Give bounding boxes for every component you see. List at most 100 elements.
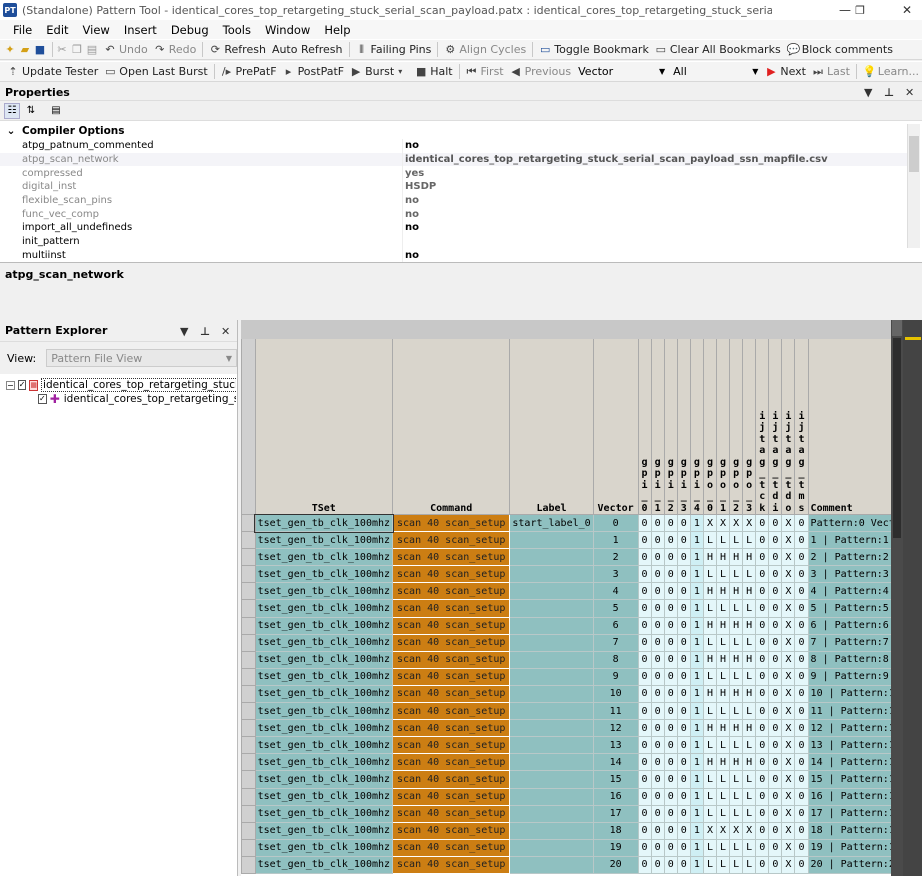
cell-label[interactable] (509, 855, 594, 874)
pattern-row[interactable]: tset_gen_tb_clk_100mhz scan 40 scan_setup… (241, 667, 922, 686)
search-type-combo[interactable]: Vector ▼ (574, 64, 669, 80)
pattern-row[interactable]: tset_gen_tb_clk_100mhz scan 40 scan_setup… (241, 565, 922, 584)
cell-pin[interactable]: L (729, 702, 744, 721)
cell-vector[interactable]: 8 (592, 650, 639, 669)
cell-pin[interactable]: X (702, 513, 718, 533)
tree-node-module[interactable]: ✓ ✚ identical_cores_top_retargeting_stuc… (38, 392, 236, 406)
pin-header[interactable]: g p i _ 0 (637, 338, 652, 515)
cell-pin[interactable]: H (715, 650, 731, 669)
cell-pin[interactable]: 0 (755, 548, 770, 567)
cell-command[interactable]: scan 40 scan_setup (392, 736, 511, 755)
learn-button[interactable]: 💡 Learn... (860, 63, 922, 81)
pattern-row[interactable]: tset_gen_tb_clk_100mhz scan 40 scan_setup… (241, 821, 922, 840)
cell-command[interactable]: scan 40 scan_setup (392, 548, 511, 567)
cell-pin[interactable]: 0 (650, 838, 665, 857)
pin-header[interactable]: g p o _ 0 (702, 338, 718, 515)
cell-pin[interactable]: 0 (768, 787, 783, 806)
cell-tset[interactable]: tset_gen_tb_clk_100mhz (254, 702, 394, 721)
pattern-row[interactable]: tset_gen_tb_clk_100mhz scan 40 scan_setup… (241, 616, 922, 635)
cell-tset[interactable]: tset_gen_tb_clk_100mhz (254, 531, 394, 550)
menu-insert[interactable]: Insert (117, 23, 164, 37)
cell-pin[interactable]: 0 (663, 719, 678, 738)
cell-pin[interactable]: 0 (755, 702, 770, 721)
row-header[interactable] (241, 513, 256, 533)
collapse-icon[interactable]: ⌄ (0, 125, 22, 137)
row-header[interactable] (241, 633, 256, 652)
cell-pin[interactable]: H (742, 719, 757, 738)
cell-pin[interactable]: 0 (768, 599, 783, 618)
cell-pin[interactable]: 0 (637, 770, 652, 789)
cell-command[interactable]: scan 40 scan_setup (392, 787, 511, 806)
panel-menu-icon[interactable]: ▼ (180, 320, 188, 342)
cell-pin[interactable]: 0 (637, 548, 652, 567)
cell-tset[interactable]: tset_gen_tb_clk_100mhz (254, 565, 394, 584)
cell-pin[interactable]: X (781, 633, 796, 652)
pin-header[interactable]: i j t a g _ t c k (755, 338, 770, 515)
cell-pin[interactable]: H (715, 719, 731, 738)
menu-tools[interactable]: Tools (216, 23, 258, 37)
cell-pin[interactable]: H (729, 719, 744, 738)
cell-tset[interactable]: tset_gen_tb_clk_100mhz (254, 684, 394, 704)
cell-pin[interactable]: 0 (637, 719, 652, 738)
cell-pin[interactable]: L (715, 667, 731, 686)
cell-pin[interactable]: L (702, 599, 718, 618)
cell-pin[interactable]: 0 (663, 684, 678, 704)
cell-pin[interactable]: 0 (650, 616, 665, 635)
cell-pin[interactable]: H (729, 616, 744, 635)
menu-view[interactable]: View (76, 23, 117, 37)
cell-command[interactable]: scan 40 scan_setup (392, 855, 511, 874)
postpatf-button[interactable]: ▸ PostPatF (280, 63, 348, 81)
cell-pin[interactable]: X (742, 513, 757, 533)
cell-pin[interactable]: X (715, 821, 731, 840)
cell-pin[interactable]: 0 (637, 667, 652, 686)
cell-pin[interactable]: L (702, 804, 718, 823)
pin-header[interactable]: g p i _ 4 (689, 338, 704, 515)
cell-label[interactable] (509, 548, 594, 567)
cell-pin[interactable]: L (729, 787, 744, 806)
cell-label[interactable] (509, 770, 594, 789)
row-header[interactable] (241, 821, 256, 840)
cell-pin[interactable]: H (715, 548, 731, 567)
pattern-row[interactable]: tset_gen_tb_clk_100mhz scan 40 scan_setup… (241, 582, 922, 601)
cell-pin[interactable]: X (781, 821, 796, 840)
cell-pin[interactable]: L (715, 838, 731, 857)
cell-vector[interactable]: 18 (592, 821, 639, 840)
cell-pin[interactable]: X (781, 787, 796, 806)
cell-pin[interactable]: 0 (768, 821, 783, 840)
cell-pin[interactable]: 0 (755, 838, 770, 857)
property-row[interactable]: import_all_undefineds no (0, 221, 907, 235)
cell-pin[interactable]: H (729, 753, 744, 772)
cell-pin[interactable]: 0 (794, 531, 809, 550)
cell-vector[interactable]: 14 (592, 753, 639, 772)
cell-pin[interactable]: X (781, 719, 796, 738)
cell-pin[interactable]: 0 (650, 633, 665, 652)
cell-pin[interactable]: 0 (755, 770, 770, 789)
cell-pin[interactable]: 1 (689, 667, 704, 686)
cell-pin[interactable]: L (742, 736, 757, 755)
update-tester-button[interactable]: ⇡ Update Tester (4, 63, 101, 81)
cell-pin[interactable]: 0 (755, 684, 770, 704)
cell-vector[interactable]: 12 (592, 719, 639, 738)
cell-pin[interactable]: 0 (794, 753, 809, 772)
cell-pin[interactable]: L (729, 736, 744, 755)
cell-pin[interactable]: 0 (650, 787, 665, 806)
cell-pin[interactable]: X (702, 821, 718, 840)
cell-label[interactable] (509, 599, 594, 618)
cell-pin[interactable]: 0 (650, 855, 665, 874)
cell-vector[interactable]: 5 (592, 599, 639, 618)
cell-vector[interactable]: 17 (592, 804, 639, 823)
cell-label[interactable] (509, 821, 594, 840)
cell-pin[interactable]: X (729, 821, 744, 840)
cell-command[interactable]: scan 40 scan_setup (392, 616, 511, 635)
last-button[interactable]: ⏭ Last (809, 63, 853, 81)
panel-menu-icon[interactable]: ▼ (864, 84, 872, 101)
cell-pin[interactable]: 0 (794, 548, 809, 567)
block-comments-button[interactable]: 💬 Block comments (784, 41, 896, 59)
cell-pin[interactable]: 1 (689, 582, 704, 601)
cell-pin[interactable]: X (781, 667, 796, 686)
cell-pin[interactable]: 0 (755, 599, 770, 618)
cell-pin[interactable]: 0 (676, 838, 691, 857)
property-row[interactable]: atpg_scan_network identical_cores_top_ret… (0, 152, 907, 167)
view-select[interactable]: Pattern File View ▼ (46, 349, 237, 367)
cell-pin[interactable]: L (715, 804, 731, 823)
